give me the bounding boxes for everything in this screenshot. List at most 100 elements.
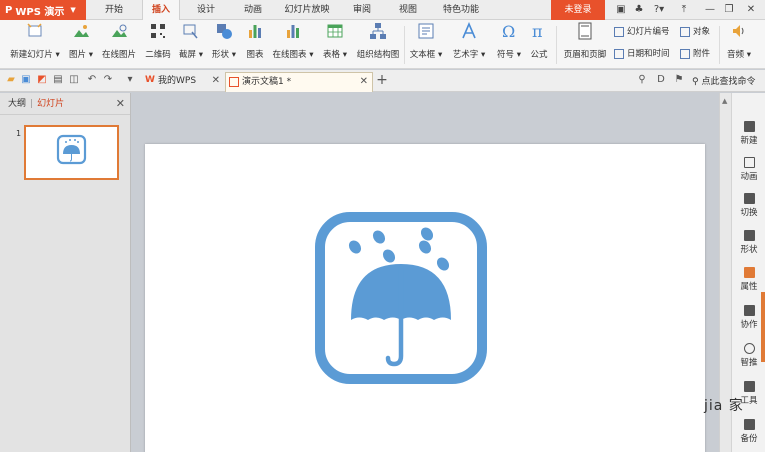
formula-button[interactable]: π 公式 [526, 22, 552, 60]
tab-design[interactable]: 设计 [190, 0, 222, 20]
symbol-button[interactable]: Ω 符号 ▾ [494, 22, 524, 60]
animation-icon [743, 157, 755, 168]
pin-icon[interactable]: ⚲ [636, 74, 648, 86]
sidebar-item-transition[interactable]: 切换 [732, 193, 765, 218]
export-pdf-icon[interactable]: ◩ [36, 74, 48, 86]
wordart-button[interactable]: 艺术字 ▾ [450, 22, 488, 60]
org-chart-button[interactable]: 组织结构图 [354, 22, 402, 60]
minimize-icon[interactable]: — [703, 3, 717, 17]
backup-icon [743, 419, 755, 430]
picture-button[interactable]: 图片 ▾ [66, 22, 96, 60]
slide-canvas-area [132, 93, 719, 452]
new-tab-icon[interactable]: + [376, 73, 388, 87]
header-footer-button[interactable]: 页眉和页脚 [560, 22, 610, 60]
flag-icon[interactable]: ⚑ [673, 74, 685, 86]
online-chart-button[interactable]: 在线图表 ▾ [270, 22, 316, 60]
sidebar-collapse-handle[interactable] [761, 292, 765, 362]
close-icon[interactable]: ✕ [360, 73, 368, 91]
slide-canvas[interactable] [145, 144, 705, 452]
sidebar-item-backup[interactable]: 备份 [732, 419, 765, 444]
sidebar-item-animation[interactable]: 动画 [732, 157, 765, 182]
tab-slideshow[interactable]: 幻灯片放映 [282, 0, 332, 20]
online-picture-icon [112, 24, 127, 37]
audio-button[interactable]: 音频 ▾ [722, 22, 756, 60]
save-icon[interactable]: ▣ [20, 74, 32, 86]
print-icon[interactable]: ▤ [52, 74, 64, 86]
shirt-icon[interactable]: ♣ [632, 3, 646, 17]
shape-icon [217, 24, 232, 39]
undo-icon[interactable]: ↶ [86, 74, 98, 86]
date-time-button[interactable]: 日期和时间 [614, 47, 670, 61]
tab-my-wps[interactable]: W 我的WPS ✕ [142, 72, 224, 92]
slide-panel: 大纲 | 幻灯片 ✕ 1 [0, 93, 131, 452]
skin-icon[interactable]: ▣ [614, 3, 628, 17]
wordart-icon [462, 22, 476, 39]
new-slide-icon [27, 23, 42, 37]
app-menu-button[interactable]: P WPS 演示 ▼ [0, 0, 86, 20]
sidebar-item-shape[interactable]: 形状 [732, 230, 765, 255]
tab-special[interactable]: 特色功能 [436, 0, 486, 20]
title-bar: P WPS 演示 ▼ 开始 插入 设计 动画 幻灯片放映 审阅 视图 特色功能 … [0, 0, 765, 21]
screenshot-button[interactable]: 截屏 ▾ [176, 22, 206, 60]
chevron-down-icon: ▼ [70, 6, 76, 14]
tab-view[interactable]: 视图 [392, 0, 424, 20]
tab-slides[interactable]: 幻灯片 [37, 99, 64, 109]
help-icon[interactable]: ?▾ [650, 3, 668, 17]
tab-home[interactable]: 开始 [98, 0, 130, 20]
textbox-button[interactable]: 文本框 ▾ [408, 22, 444, 60]
app-name: WPS 演示 [15, 6, 65, 18]
wps-logo-icon: W [145, 75, 155, 85]
qrcode-icon [151, 24, 165, 38]
slide-number-icon [614, 27, 624, 37]
people-icon [743, 305, 755, 316]
scissors-icon [183, 24, 198, 39]
open-folder-icon[interactable]: ▰ [5, 74, 17, 86]
table-icon [327, 24, 343, 38]
attachment-button[interactable]: 附件 [680, 47, 710, 61]
tab-insert[interactable]: 插入 [142, 0, 180, 21]
svg-text:Ω: Ω [502, 22, 515, 40]
umbrella-icon [56, 134, 87, 165]
shape-icon [743, 230, 755, 241]
tab-review[interactable]: 审阅 [346, 0, 378, 20]
online-picture-button[interactable]: 在线图片 [100, 22, 138, 60]
watermark: jia 家 [704, 398, 744, 414]
speaker-icon [733, 25, 744, 37]
umbrella-icon[interactable] [315, 212, 487, 384]
tab-outline[interactable]: 大纲 [8, 99, 26, 109]
ribbon-separator [719, 26, 720, 64]
slide-number-button[interactable]: 幻灯片编号 [614, 25, 670, 39]
slide-thumbnail[interactable] [24, 125, 119, 180]
ribbon-separator [556, 26, 557, 64]
tab-presentation-1[interactable]: 演示文稿1 * ✕ [225, 72, 373, 92]
print-preview-icon[interactable]: ◫ [68, 74, 80, 86]
slide-number: 1 [16, 129, 22, 138]
omega-icon: Ω [502, 22, 515, 40]
shape-button[interactable]: 形状 ▾ [208, 22, 240, 60]
sidebar-item-new[interactable]: 新建 [732, 121, 765, 146]
redo-icon[interactable]: ↷ [102, 74, 114, 86]
close-icon[interactable]: ✕ [212, 72, 220, 90]
tab-animation[interactable]: 动画 [237, 0, 269, 20]
ribbon-toolbar: 新建幻灯片 ▾ 图片 ▾ 在线图片 二维码 截屏 ▾ 形状 ▾ 图表 在线图表 … [0, 20, 765, 69]
search-icon: ⚲ [692, 77, 699, 87]
scroll-up-icon[interactable]: ▲ [722, 97, 727, 105]
online-chart-icon [287, 25, 299, 38]
close-icon[interactable]: ✕ [116, 93, 125, 115]
wps-logo-icon: P [5, 4, 13, 16]
file-d-icon[interactable]: D [655, 74, 667, 86]
command-search[interactable]: ⚲ 点此查找命令 [692, 74, 755, 87]
login-button[interactable]: 未登录 [551, 0, 605, 20]
table-button[interactable]: 表格 ▾ [320, 22, 350, 60]
header-footer-icon [578, 22, 592, 40]
object-button[interactable]: 对象 [680, 25, 710, 39]
restore-icon[interactable]: ❐ [722, 3, 736, 17]
chart-button[interactable]: 图表 [242, 22, 268, 60]
qrcode-button[interactable]: 二维码 [143, 22, 173, 60]
new-slide-button[interactable]: 新建幻灯片 ▾ [8, 22, 62, 60]
upload-icon[interactable]: ⤒ [677, 3, 691, 17]
ribbon-separator [404, 26, 405, 64]
customize-icon[interactable]: ▾ [124, 74, 136, 86]
close-icon[interactable]: ✕ [744, 3, 758, 17]
sidebar-item-properties[interactable]: 属性 [732, 267, 765, 292]
